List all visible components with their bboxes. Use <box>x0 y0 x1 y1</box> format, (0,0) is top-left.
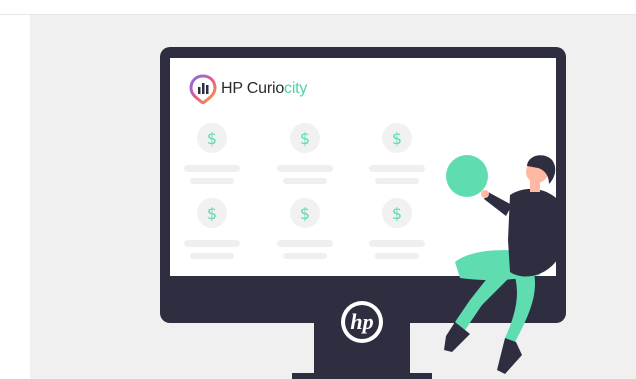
hp-logo: hp <box>341 301 383 343</box>
placeholder-line <box>277 165 333 172</box>
brand-name: HP Curiocity <box>221 80 307 98</box>
dollar-icon: $ <box>300 204 310 223</box>
dollar-icon: $ <box>207 129 217 148</box>
dollar-icon: $ <box>300 129 310 148</box>
dollar-icon: $ <box>392 129 402 148</box>
placeholder-line <box>277 240 333 247</box>
teal-ball <box>446 155 488 197</box>
dollar-icon: $ <box>392 204 402 223</box>
placeholder-line <box>375 178 419 184</box>
location-chart-icon <box>189 74 217 104</box>
placeholder-line <box>369 165 425 172</box>
placeholder-line <box>283 253 327 259</box>
placeholder-line <box>375 253 419 259</box>
placeholder-line <box>190 178 234 184</box>
placeholder-line <box>184 240 240 247</box>
brand-name-accent: city <box>284 80 308 97</box>
page: hp $ $ $ $ $ $ HP Curiocity <box>0 0 636 379</box>
placeholder-line <box>283 178 327 184</box>
brand-name-main: HP Curio <box>221 80 285 97</box>
svg-text:hp: hp <box>350 309 373 334</box>
monitor-illustration: hp $ $ $ $ $ $ <box>160 47 566 379</box>
dollar-icon: $ <box>207 204 217 223</box>
placeholder-line <box>369 240 425 247</box>
monitor-foot <box>292 373 432 379</box>
placeholder-line <box>190 253 234 259</box>
placeholder-line <box>184 165 240 172</box>
brand-logo: HP Curiocity <box>189 74 307 104</box>
